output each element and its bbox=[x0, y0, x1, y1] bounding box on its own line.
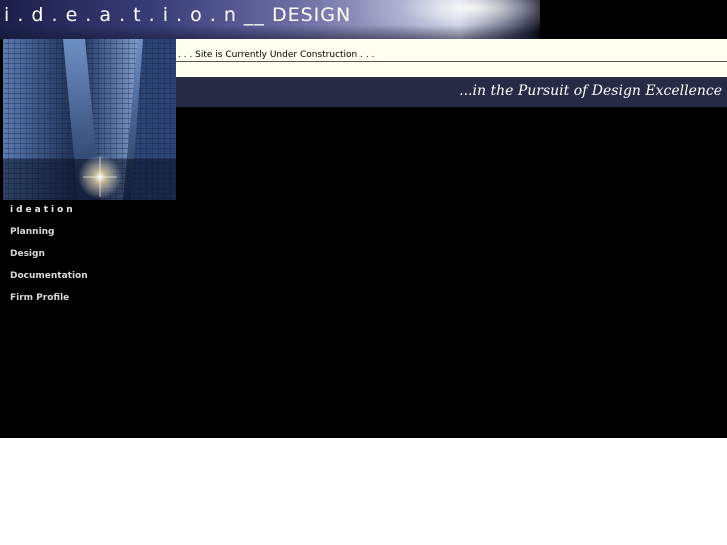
nav-item-planning[interactable]: Planning bbox=[10, 227, 88, 249]
nav-item-design[interactable]: Design bbox=[10, 249, 88, 271]
page: i . d . e . a . t . i . o . n __ DESIGN bbox=[0, 0, 727, 438]
site-logo[interactable]: i . d . e . a . t . i . o . n __ DESIGN bbox=[4, 4, 351, 26]
nav-item-documentation[interactable]: Documentation bbox=[10, 271, 88, 293]
nav-item-ideation[interactable]: ideation bbox=[10, 205, 88, 227]
skyscraper-photo-icon bbox=[3, 39, 176, 200]
nav-item-firm-profile[interactable]: Firm Profile bbox=[10, 293, 88, 315]
notice-spacer bbox=[176, 62, 727, 77]
tagline: ...in the Pursuit of Design Excellence bbox=[459, 83, 722, 99]
construction-notice-text: . . . Site is Currently Under Constructi… bbox=[178, 50, 375, 60]
main-nav: ideation Planning Design Documentation F… bbox=[10, 205, 88, 315]
construction-notice: . . . Site is Currently Under Constructi… bbox=[176, 39, 727, 62]
header-banner: i . d . e . a . t . i . o . n __ DESIGN bbox=[0, 0, 727, 39]
tagline-bar: ...in the Pursuit of Design Excellence bbox=[176, 77, 727, 107]
